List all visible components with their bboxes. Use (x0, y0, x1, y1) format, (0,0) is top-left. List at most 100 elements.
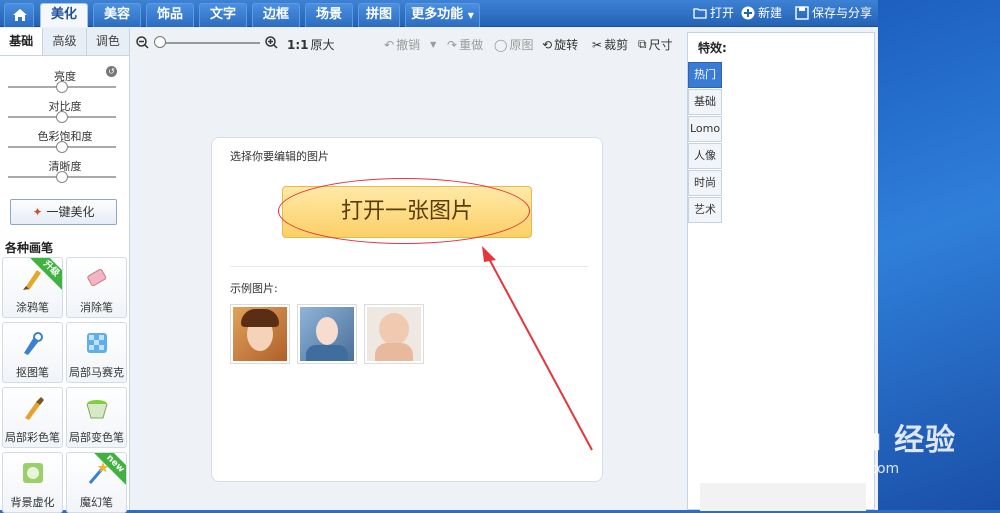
new-button[interactable]: 新建 (741, 4, 782, 21)
zoom-slider-knob[interactable] (154, 36, 166, 48)
select-image-prompt: 选择你要编辑的图片 (230, 150, 329, 163)
plus-circle-icon (741, 6, 755, 19)
recolor-pen-button[interactable]: 局部变色笔 (66, 387, 127, 448)
undo-dropdown-icon: ▼ (430, 40, 437, 49)
mosaic-pen-button[interactable]: 局部马赛克 (66, 322, 127, 383)
background-blur-button[interactable]: 背景虚化 (2, 452, 63, 513)
subtab-color[interactable]: 调色 (87, 28, 129, 55)
eraser-icon (86, 269, 106, 287)
redo-icon: ↷ (447, 37, 458, 52)
pen-label: 消除笔 (80, 301, 113, 314)
pen-label: 局部变色笔 (69, 431, 124, 444)
effect-tab-basic[interactable]: 基础 (688, 89, 722, 115)
cutout-pen-button[interactable]: 抠图笔 (2, 322, 63, 383)
home-button[interactable] (4, 3, 34, 27)
baidu-watermark-url: jingyan.baidu.com (770, 461, 900, 477)
canvas-toolbar: 1:1 原大 ↶ 撤销 ▼ ↷ 重做 ◯ 原图 ⟲ 旋转 ✂ 裁剪 ⧉ 尺寸 (130, 28, 680, 58)
sample-photo-woman (300, 307, 354, 361)
rotate-button[interactable]: ⟲ 旋转 (542, 36, 578, 53)
tab-text[interactable]: 文字 (199, 3, 247, 27)
zoom-ratio: 1:1 (287, 37, 309, 52)
tab-skin[interactable]: 美容 (93, 3, 141, 27)
pen-label: 局部彩色笔 (5, 431, 60, 444)
left-adjust-panel: 基础 高级 调色 ↺ 亮度 对比度 色彩饱和度 清晰度 ✦ 一键美化 各种画笔 … (0, 28, 130, 513)
pen-label: 涂鸦笔 (16, 301, 49, 314)
slider-knob[interactable] (56, 141, 68, 153)
blur-icon (22, 463, 43, 483)
sample-image-thumbnail[interactable] (364, 304, 424, 364)
zoom-in-button[interactable] (265, 36, 278, 49)
pen-label: 抠图笔 (16, 366, 49, 379)
divider (230, 266, 588, 267)
color-pen-button[interactable]: 局部彩色笔 (2, 387, 63, 448)
resize-button[interactable]: ⧉ 尺寸 (638, 36, 673, 53)
eraser-pen-button[interactable]: 消除笔 (66, 257, 127, 318)
contrast-slider[interactable]: 对比度 (0, 98, 130, 128)
paint-bucket-icon (86, 400, 107, 419)
doodle-pen-button[interactable]: 涂鸦笔 升级 (2, 257, 63, 318)
pen-label: 背景虚化 (10, 496, 55, 509)
effect-tab-portrait[interactable]: 人像 (688, 143, 722, 169)
sample-image-thumbnail[interactable] (297, 304, 357, 364)
redo-button[interactable]: ↷ 重做 (447, 36, 483, 53)
pens-section-title: 各种画笔 (5, 241, 54, 255)
tab-collage[interactable]: 拼图 (358, 3, 400, 27)
effect-tab-lomo[interactable]: Lomo (688, 116, 722, 142)
original-icon: ◯ (494, 37, 508, 52)
rotate-label: 旋转 (554, 38, 579, 52)
open-image-card: 选择你要编辑的图片 打开一张图片 示例图片: (211, 137, 603, 482)
new-label: 新建 (758, 6, 783, 20)
folder-icon (693, 7, 707, 19)
adjust-subtabs: 基础 高级 调色 (0, 28, 129, 56)
zoom-slider-track (156, 42, 260, 44)
one-key-beautify-button[interactable]: ✦ 一键美化 (10, 199, 117, 225)
brightness-slider[interactable]: 亮度 (0, 68, 130, 98)
undo-button[interactable]: ↶ 撤销 ▼ (384, 36, 436, 53)
sample-images-label: 示例图片: (230, 282, 278, 295)
original-button[interactable]: ◯ 原图 (494, 36, 533, 53)
paint-brush-icon (24, 397, 44, 420)
tab-more-features[interactable]: 更多功能 ▼ (405, 3, 480, 27)
scissors-icon: ✂ (592, 37, 603, 52)
tab-border[interactable]: 边框 (252, 3, 300, 27)
saturation-slider[interactable]: 色彩饱和度 (0, 128, 130, 158)
save-share-button[interactable]: 保存与分享 (795, 4, 872, 21)
zoom-out-icon (136, 36, 149, 49)
open-button[interactable]: 打开 (693, 4, 734, 21)
effect-tab-hot[interactable]: 热门 (688, 62, 722, 88)
slider-knob[interactable] (56, 111, 68, 123)
tab-scene[interactable]: 场景 (305, 3, 353, 27)
top-menu-bar: 美化 美容 饰品 文字 边框 场景 拼图 更多功能 ▼ 打开 新建 保存与分享 (0, 0, 878, 27)
sharpness-slider[interactable]: 清晰度 (0, 158, 130, 188)
baidu-watermark: Bai du 经验 (770, 423, 957, 458)
resize-label: 尺寸 (648, 38, 673, 52)
actual-size-label: 原大 (310, 38, 335, 52)
mosaic-icon (86, 333, 107, 353)
zoom-in-icon (265, 36, 278, 49)
tab-beautify[interactable]: 美化 (40, 3, 88, 27)
zoom-out-button[interactable] (136, 36, 149, 49)
subtab-advanced[interactable]: 高级 (43, 28, 87, 55)
pen-label: 魔幻笔 (80, 496, 113, 509)
magic-pen-button[interactable]: 魔幻笔 new (66, 452, 127, 513)
sample-photo-baby (367, 307, 421, 361)
slider-knob[interactable] (56, 81, 68, 93)
save-share-label: 保存与分享 (812, 6, 873, 20)
photo-editor-window: 美化 美容 饰品 文字 边框 场景 拼图 更多功能 ▼ 打开 新建 保存与分享 … (0, 0, 878, 513)
effect-tab-art[interactable]: 艺术 (688, 197, 722, 223)
pen-label: 局部马赛克 (69, 366, 124, 379)
magic-icon: ✦ (32, 205, 43, 219)
sample-photo-girl (233, 307, 287, 361)
actual-size-button[interactable]: 1:1 原大 (287, 36, 335, 53)
subtab-basic[interactable]: 基础 (0, 28, 44, 55)
original-label: 原图 (509, 38, 534, 52)
one-key-label: 一键美化 (46, 205, 95, 219)
slider-knob[interactable] (56, 171, 68, 183)
save-icon (795, 5, 809, 20)
tab-accessories[interactable]: 饰品 (146, 3, 194, 27)
open-label: 打开 (710, 6, 735, 20)
crop-button[interactable]: ✂ 裁剪 (592, 36, 628, 53)
rotate-icon: ⟲ (542, 37, 553, 52)
effect-tab-fashion[interactable]: 时尚 (688, 170, 722, 196)
sample-image-thumbnail[interactable] (230, 304, 290, 364)
